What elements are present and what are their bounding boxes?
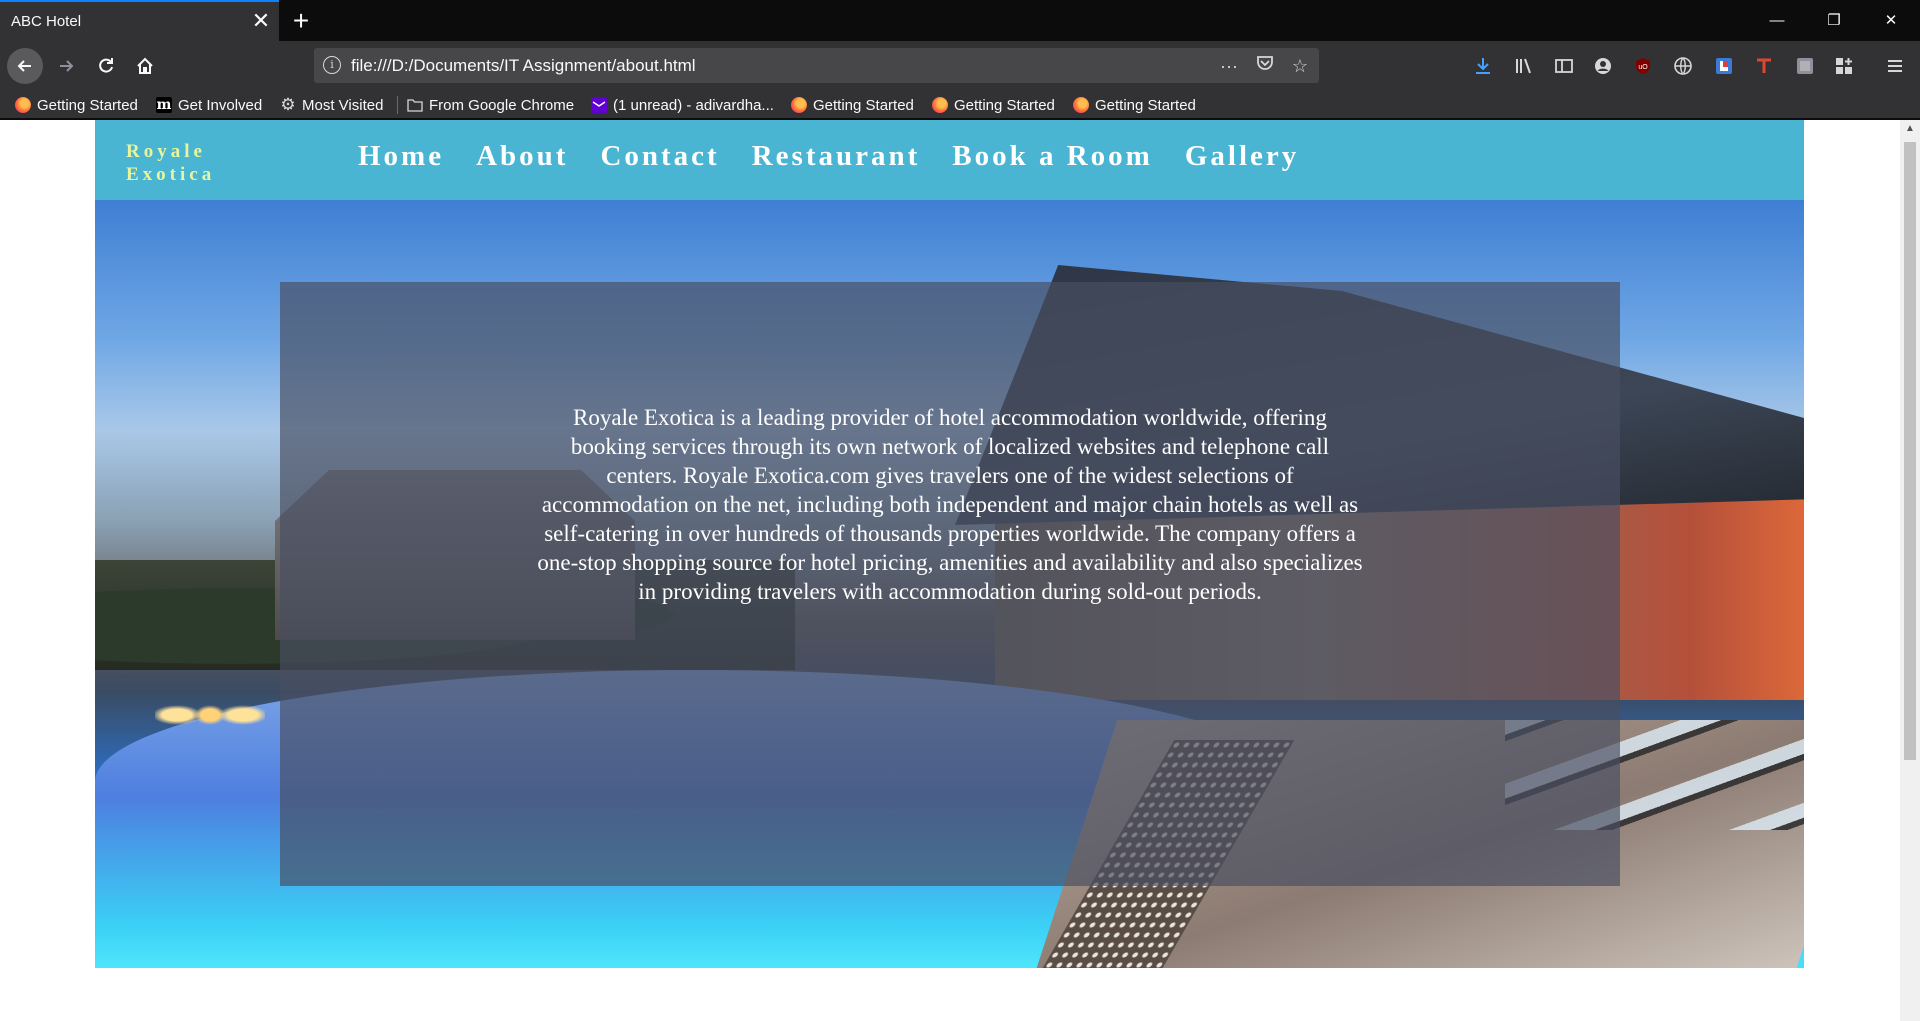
bookmark-label: Getting Started	[1095, 96, 1196, 114]
menu-gallery-link[interactable]: Gallery	[1185, 140, 1299, 173]
folder-icon	[407, 97, 423, 113]
bookmark-label: Get Involved	[178, 96, 263, 114]
forward-arrow-icon[interactable]	[48, 48, 84, 84]
mail-icon	[591, 97, 607, 113]
scroll-thumb[interactable]	[1904, 142, 1916, 760]
menu-contact-link[interactable]: Contact	[600, 140, 719, 173]
logo-line-2: Exotica	[126, 164, 216, 185]
site-logo[interactable]: Royale Exotica	[126, 140, 215, 186]
bookmark-separator	[397, 96, 398, 114]
bookmark-getting-started[interactable]: Getting Started	[15, 95, 138, 115]
extension-gray-icon[interactable]	[1793, 54, 1817, 78]
about-overlay-panel: Royale Exotica is a leading provider of …	[280, 282, 1620, 886]
firefox-icon	[15, 97, 31, 113]
library-icon[interactable]	[1512, 54, 1536, 78]
about-paragraph: Royale Exotica is a leading provider of …	[537, 405, 1363, 604]
menu-about-link[interactable]: About	[476, 140, 568, 173]
hero-lights	[155, 680, 265, 750]
page-viewport: Royale Exotica Home About Contact Restau…	[0, 120, 1900, 1021]
bookmark-getting-started[interactable]: Getting Started	[791, 95, 914, 115]
page-scrollbar[interactable]: ▲	[1900, 120, 1920, 1021]
extension-t-icon[interactable]	[1752, 54, 1776, 78]
tab-title: ABC Hotel	[11, 13, 82, 30]
close-icon[interactable]: ✕	[249, 9, 273, 33]
ublock-icon[interactable]: uO	[1631, 54, 1655, 78]
download-icon[interactable]	[1471, 54, 1495, 78]
account-icon[interactable]	[1591, 54, 1615, 78]
navigation-toolbar: i file:///D:/Documents/IT Assignment/abo…	[0, 41, 1920, 91]
bookmark-star-icon[interactable]: ☆	[1288, 54, 1312, 78]
window-close-icon[interactable]: ✕	[1868, 0, 1914, 41]
main-menu: Home About Contact Restaurant Book a Roo…	[358, 140, 1299, 173]
bookmarks-toolbar: Getting Started m Get Involved ⚙ Most Vi…	[0, 91, 1920, 119]
page-container: Royale Exotica Home About Contact Restau…	[95, 120, 1804, 1021]
bookmark-getting-started[interactable]: Getting Started	[932, 95, 1055, 115]
bookmark-label: Getting Started	[37, 96, 138, 114]
bookmark-get-involved[interactable]: m Get Involved	[156, 95, 262, 115]
firefox-icon	[932, 97, 948, 113]
bookmark-label: (1 unread) - adivardha...	[613, 96, 774, 114]
bookmark-label: Getting Started	[813, 96, 914, 114]
pocket-icon[interactable]	[1253, 54, 1277, 78]
info-icon[interactable]: i	[323, 56, 341, 74]
url-bar[interactable]: i file:///D:/Documents/IT Assignment/abo…	[314, 48, 1319, 83]
bookmark-label: From Google Chrome	[429, 96, 575, 114]
site-header: Royale Exotica Home About Contact Restau…	[95, 120, 1804, 200]
bookmark-label: Getting Started	[954, 96, 1055, 114]
bookmark-most-visited[interactable]: ⚙ Most Visited	[280, 95, 383, 115]
logo-line-1: Royale	[126, 141, 206, 162]
restore-icon[interactable]: ❐	[1811, 0, 1857, 41]
home-icon[interactable]	[127, 48, 163, 84]
firefox-icon	[1073, 97, 1089, 113]
extensions-grid-icon[interactable]	[1832, 54, 1856, 78]
url-text[interactable]: file:///D:/Documents/IT Assignment/about…	[351, 56, 696, 76]
extension-blue-icon[interactable]	[1712, 54, 1736, 78]
bookmark-getting-started[interactable]: Getting Started	[1073, 95, 1196, 115]
hamburger-menu-icon[interactable]	[1883, 54, 1907, 78]
menu-book-a-room-link[interactable]: Book a Room	[952, 140, 1153, 173]
menu-home-link[interactable]: Home	[358, 140, 444, 173]
tab-abc-hotel[interactable]: ABC Hotel ✕	[0, 0, 279, 41]
back-arrow-icon[interactable]	[7, 48, 43, 84]
tab-bar: ABC Hotel ✕ + — ❐ ✕	[0, 0, 1920, 41]
globe-icon[interactable]	[1671, 54, 1695, 78]
hero-hotel-image: Royale Exotica is a leading provider of …	[95, 200, 1804, 968]
menu-restaurant-link[interactable]: Restaurant	[752, 140, 921, 173]
scroll-up-arrow-icon[interactable]: ▲	[1904, 123, 1916, 135]
reload-icon[interactable]	[88, 48, 124, 84]
svg-text:uO: uO	[1638, 64, 1648, 71]
plus-icon[interactable]: +	[285, 5, 317, 37]
more-options-icon[interactable]: ···	[1217, 54, 1241, 78]
bookmark-mail[interactable]: (1 unread) - adivardha...	[591, 95, 774, 115]
bookmark-folder-google-chrome[interactable]: From Google Chrome	[407, 95, 574, 115]
sidebar-icon[interactable]	[1552, 54, 1576, 78]
gear-icon: ⚙	[280, 95, 296, 114]
mozilla-icon: m	[156, 97, 172, 113]
minimize-icon[interactable]: —	[1754, 0, 1800, 41]
bookmark-label: Most Visited	[302, 96, 384, 114]
firefox-icon	[791, 97, 807, 113]
